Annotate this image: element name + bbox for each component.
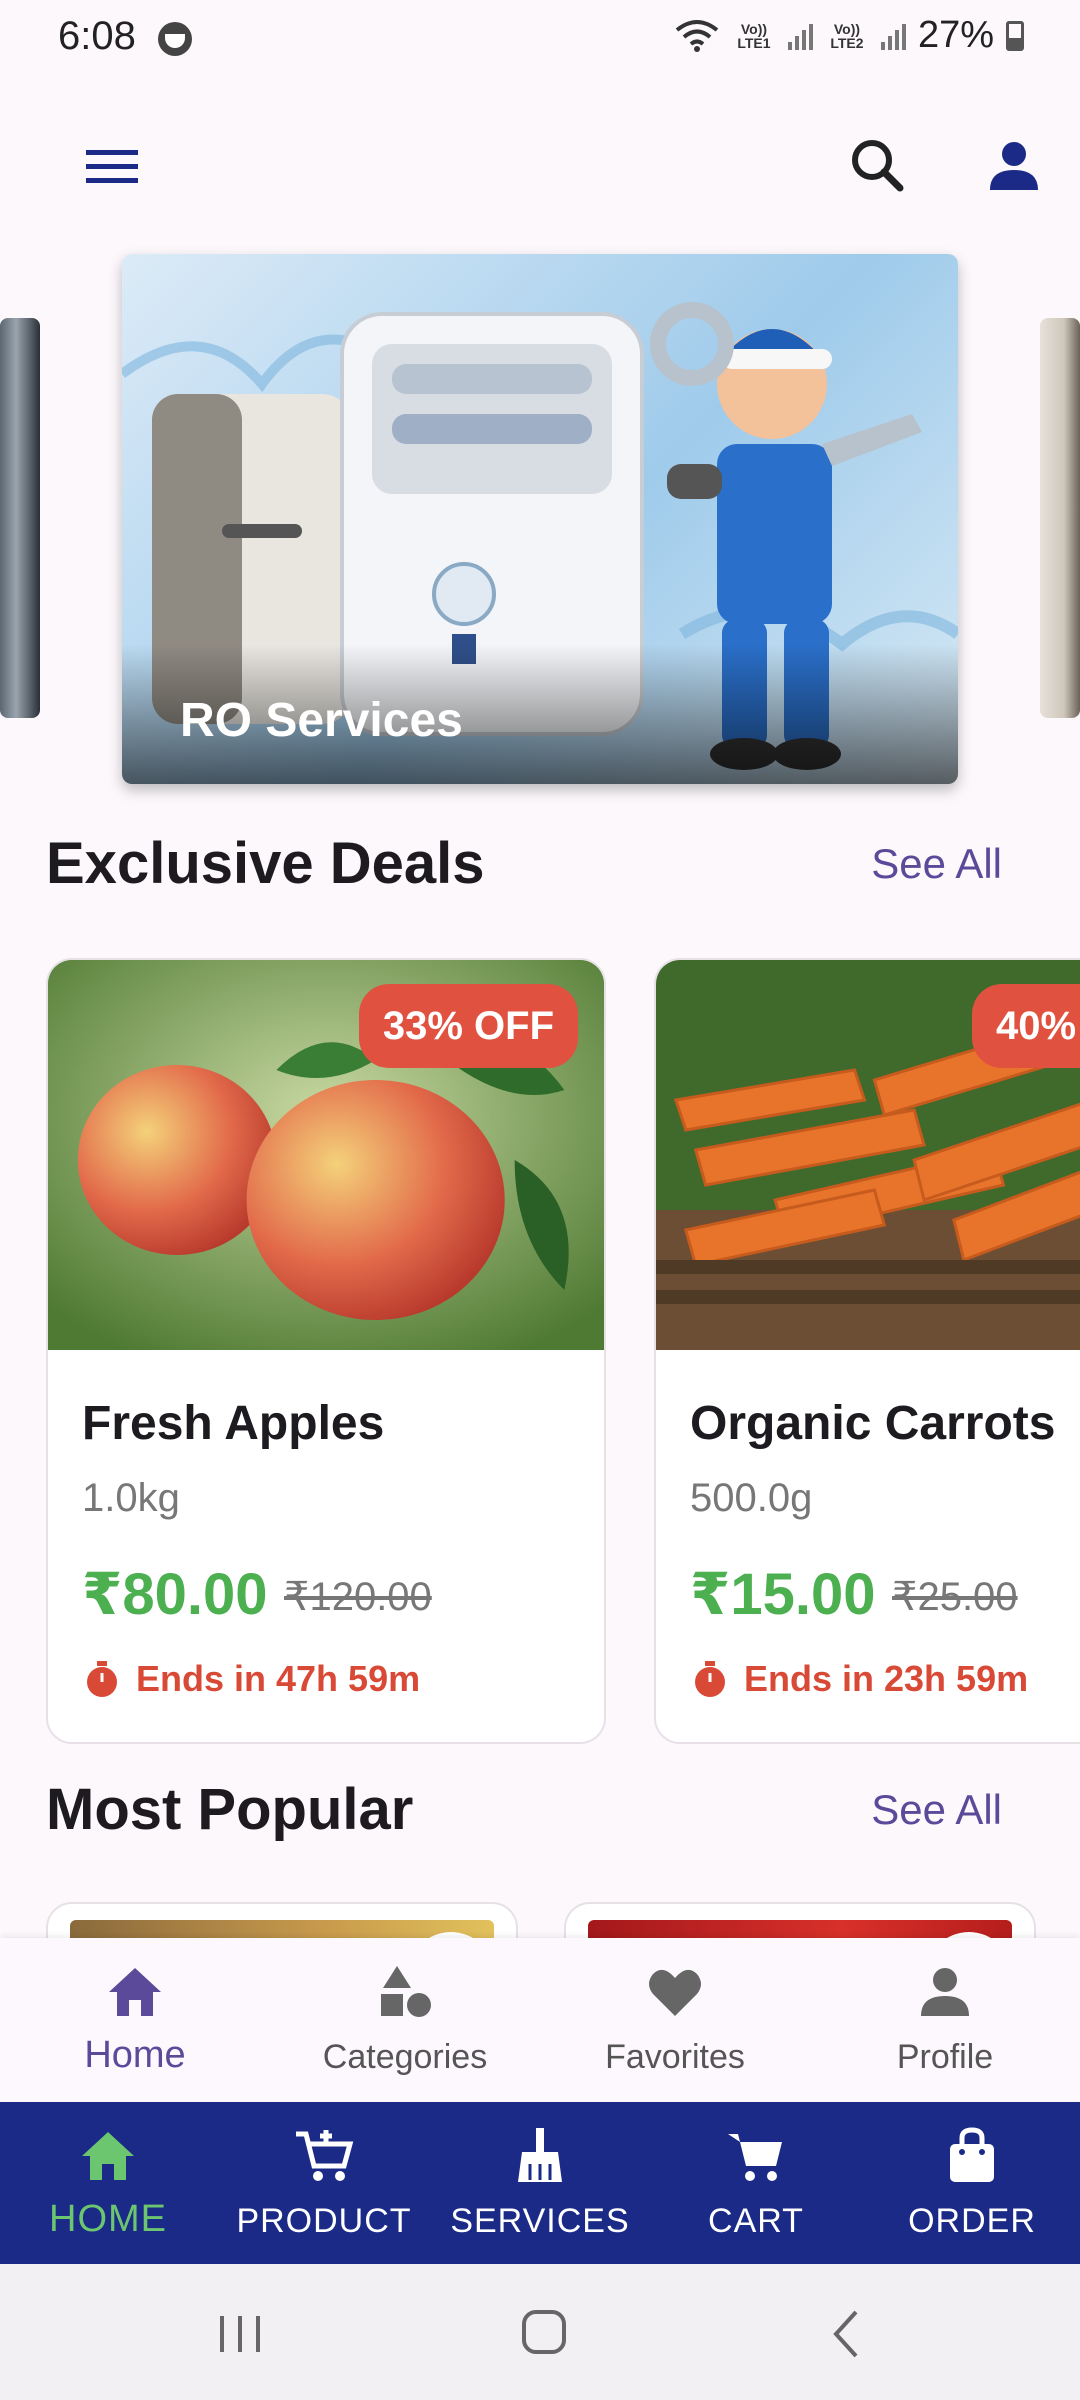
signal-2-icon <box>880 22 906 50</box>
discount-badge: 40% OFF <box>972 984 1080 1068</box>
product-cart-icon <box>296 2130 354 2181</box>
discount-badge: 33% OFF <box>358 984 578 1068</box>
product-price: ₹15.00 <box>690 1562 876 1627</box>
signal-1-icon <box>787 22 813 50</box>
inner-navigation-bar: Home Categories Favorites Profile <box>0 1938 1080 2102</box>
product-old-price: ₹120.00 <box>284 1575 432 1619</box>
deal-card[interactable]: 33% OFF Fresh Apples 1.0kg ₹80.00 ₹120.0… <box>46 958 606 1744</box>
bottom-nav-product[interactable]: PRODUCT <box>216 2102 432 2264</box>
bottom-nav-label: ORDER <box>908 2202 1036 2240</box>
bottom-nav-order[interactable]: ORDER <box>864 2102 1080 2264</box>
status-time: 6:08 <box>58 14 136 58</box>
deal-timer: Ends in 23h 59m <box>690 1658 1028 1700</box>
section-title: Exclusive Deals <box>46 831 485 896</box>
search-button[interactable] <box>838 126 918 206</box>
lte1-label: Vo)) LTE1 <box>737 20 771 51</box>
bottom-nav-label: CART <box>708 2202 804 2240</box>
nav-home[interactable]: Home <box>0 1938 270 2102</box>
banner-carousel[interactable]: RO Services <box>0 250 1080 800</box>
nav-label: Home <box>84 2034 186 2076</box>
deal-timer: Ends in 47h 59m <box>82 1658 420 1700</box>
banner-ro-services[interactable]: RO Services <box>122 254 958 784</box>
nav-label: Favorites <box>605 2038 745 2076</box>
see-all-link[interactable]: See All <box>871 840 1002 888</box>
timer-icon <box>695 1661 725 1697</box>
recents-button[interactable] <box>200 2304 280 2364</box>
cart-icon <box>728 2134 782 2181</box>
bottom-nav-home[interactable]: HOME <box>0 2102 216 2264</box>
product-quantity: 1.0kg <box>82 1476 180 1520</box>
bottom-nav-cart[interactable]: CART <box>648 2102 864 2264</box>
back-button[interactable] <box>808 2304 888 2364</box>
nav-label: Categories <box>322 2038 488 2076</box>
battery-icon <box>1006 20 1024 51</box>
carousel-next-card[interactable] <box>1040 318 1080 718</box>
deal-card[interactable]: 40% OFF Organic Carrots 500.0g ₹15.00 ₹2… <box>654 958 1080 1744</box>
timer-text: Ends in 23h 59m <box>744 1658 1029 1699</box>
status-indicators: Vo)) LTE1 Vo)) LTE2 27% <box>674 14 1024 57</box>
menu-button[interactable] <box>70 130 154 202</box>
heart-icon <box>649 1969 701 2016</box>
account-button[interactable] <box>974 126 1054 206</box>
banner-label: RO Services <box>180 694 463 747</box>
bottom-nav-services[interactable]: SERVICES <box>432 2102 648 2264</box>
broom-icon <box>518 2128 562 2182</box>
nav-profile[interactable]: Profile <box>810 1938 1080 2102</box>
search-icon <box>852 140 904 192</box>
nav-favorites[interactable]: Favorites <box>540 1938 810 2102</box>
home-icon <box>82 2132 134 2180</box>
wifi-icon <box>675 19 719 52</box>
nav-categories[interactable]: Categories <box>270 1938 540 2102</box>
bottom-navigation-bar: HOME PRODUCT SERVICES CART ORDER <box>0 2102 1080 2264</box>
system-navigation-bar <box>0 2264 1080 2400</box>
bottom-nav-label: SERVICES <box>450 2202 630 2240</box>
account-icon <box>990 142 1038 190</box>
top-app-bar <box>0 90 1080 230</box>
see-all-link[interactable]: See All <box>871 1786 1002 1834</box>
back-chevron-icon <box>833 2310 858 2358</box>
product-price: ₹80.00 <box>82 1562 268 1627</box>
lte2-label: Vo)) LTE2 <box>830 20 864 51</box>
home-icon <box>109 1968 161 2016</box>
bottom-nav-label: PRODUCT <box>236 2202 412 2240</box>
product-quantity: 500.0g <box>690 1476 813 1520</box>
section-title: Most Popular <box>46 1777 414 1842</box>
carousel-prev-card[interactable] <box>0 318 40 718</box>
person-icon <box>921 1968 969 2016</box>
home-circle-icon <box>522 2310 566 2354</box>
recents-icon <box>220 2316 260 2352</box>
most-popular-header: Most Popular See All <box>46 1766 1046 1846</box>
categories-icon <box>381 1966 431 2017</box>
product-old-price: ₹25.00 <box>892 1575 1018 1619</box>
nav-label: Profile <box>896 2038 994 2076</box>
app-screen: 6:08 Vo)) LTE1 Vo)) LTE2 27% RO Services… <box>0 0 1080 2400</box>
battery-percent: 27% <box>917 14 994 56</box>
shopping-bag-icon <box>950 2127 994 2182</box>
menu-icon <box>86 150 138 183</box>
timer-text: Ends in 47h 59m <box>136 1658 421 1699</box>
timer-icon <box>87 1661 117 1697</box>
exclusive-deals-header: Exclusive Deals See All <box>46 820 1046 900</box>
product-name: Fresh Apples <box>82 1397 385 1450</box>
status-bar: 6:08 Vo)) LTE1 Vo)) LTE2 27% <box>0 0 1080 80</box>
notification-face-icon <box>158 22 192 56</box>
home-button[interactable] <box>502 2304 582 2364</box>
bottom-nav-label: HOME <box>49 2198 167 2240</box>
product-name: Organic Carrots <box>690 1397 1056 1450</box>
